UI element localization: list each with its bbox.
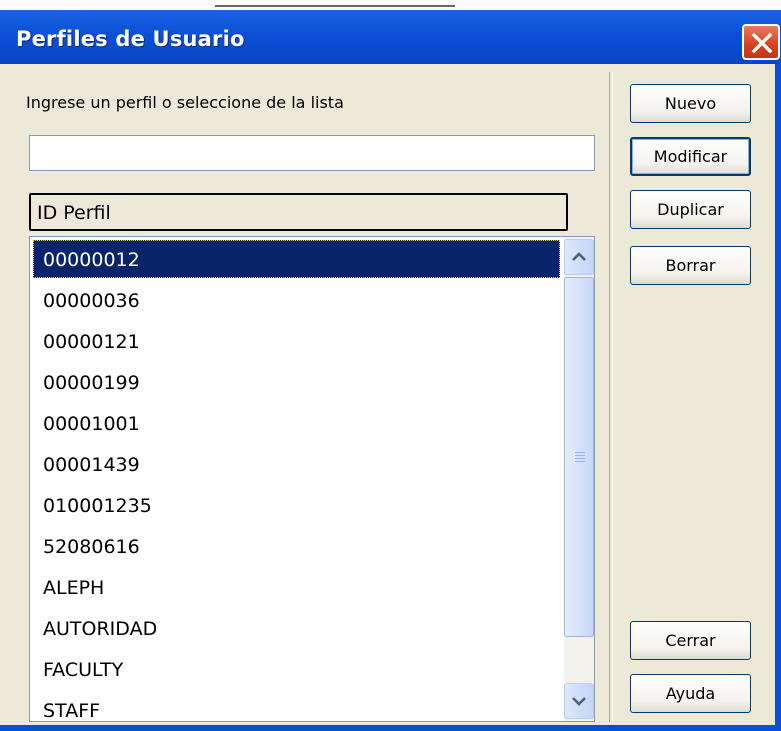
thumb-grip-line	[575, 461, 585, 462]
vertical-separator	[609, 72, 613, 722]
chevron-down-icon	[572, 697, 586, 706]
list-item[interactable]: AUTORIDAD	[33, 609, 560, 647]
scroll-thumb[interactable]	[564, 277, 594, 637]
title-bar[interactable]: Perfiles de Usuario	[0, 0, 781, 64]
window-border-right	[775, 64, 781, 731]
close-button[interactable]	[742, 24, 780, 60]
list-item[interactable]: 52080616	[33, 527, 560, 565]
list-item[interactable]: 00000121	[33, 322, 560, 360]
profile-prompt-label: Ingrese un perfil o seleccione de la lis…	[26, 93, 344, 112]
list-item[interactable]: 00001001	[33, 404, 560, 442]
close-icon	[751, 32, 773, 54]
background-window-edge	[215, 0, 455, 7]
profile-input[interactable]	[29, 135, 595, 171]
thumb-grip-line	[575, 455, 585, 456]
scroll-down-button[interactable]	[564, 683, 594, 719]
cerrar-button[interactable]: Cerrar	[630, 621, 751, 660]
list-item[interactable]: 00000036	[33, 281, 560, 319]
list-item[interactable]: 00001439	[33, 445, 560, 483]
duplicar-button[interactable]: Duplicar	[630, 190, 751, 229]
vertical-scrollbar[interactable]	[564, 237, 594, 721]
thumb-grip-line	[575, 452, 585, 453]
thumb-grip-line	[575, 458, 585, 459]
window-border-bottom	[0, 725, 781, 731]
background-window-strip	[0, 0, 781, 10]
chevron-up-icon	[572, 252, 586, 261]
list-item[interactable]: 00000012	[33, 240, 560, 278]
list-item[interactable]: FACULTY	[33, 650, 560, 688]
list-item[interactable]: STAFF	[33, 691, 560, 721]
window-title: Perfiles de Usuario	[16, 27, 245, 51]
profile-list[interactable]: 00000012 00000036 00000121 00000199 00001001…	[29, 236, 595, 722]
nuevo-button[interactable]: Nuevo	[630, 84, 751, 123]
borrar-button[interactable]: Borrar	[630, 246, 751, 285]
list-item[interactable]: ALEPH	[33, 568, 560, 606]
modificar-button[interactable]: Modificar	[630, 137, 751, 176]
list-item[interactable]: 00000199	[33, 363, 560, 401]
column-header-id-perfil[interactable]: ID Perfil	[29, 193, 568, 231]
ayuda-button[interactable]: Ayuda	[630, 674, 751, 713]
scroll-up-button[interactable]	[564, 239, 594, 275]
list-item[interactable]: 010001235	[33, 486, 560, 524]
